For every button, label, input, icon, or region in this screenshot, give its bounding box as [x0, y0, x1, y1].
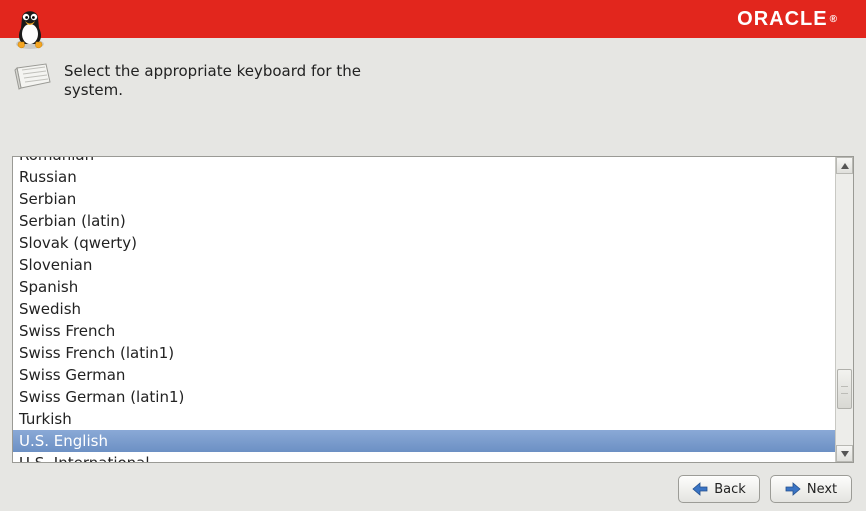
back-button-label: Back	[714, 482, 746, 497]
list-item[interactable]: Serbian	[13, 188, 835, 210]
list-item[interactable]: U.S. English	[13, 430, 835, 452]
brand-logo: ORACLE®	[737, 8, 838, 31]
list-item[interactable]: U.S. International	[13, 452, 835, 462]
list-item[interactable]: Spanish	[13, 276, 835, 298]
back-button[interactable]: Back	[678, 475, 760, 503]
list-item[interactable]: Slovak (qwerty)	[13, 232, 835, 254]
footer: Back Next	[0, 467, 866, 511]
header-bar: ORACLE®	[0, 0, 866, 38]
list-item[interactable]: Russian	[13, 166, 835, 188]
keyboard-list: RomanianRussianSerbianSerbian (latin)Slo…	[12, 156, 854, 463]
scroll-up-button[interactable]	[836, 157, 853, 174]
scrollbar-track[interactable]	[836, 174, 853, 445]
list-item[interactable]: Swedish	[13, 298, 835, 320]
list-item[interactable]: Swiss German	[13, 364, 835, 386]
list-item[interactable]: Swiss French	[13, 320, 835, 342]
arrow-right-icon	[785, 482, 801, 496]
scrollbar	[835, 157, 853, 462]
arrow-left-icon	[692, 482, 708, 496]
next-button[interactable]: Next	[770, 475, 852, 503]
scrollbar-thumb[interactable]	[837, 369, 852, 409]
list-item[interactable]: Swiss German (latin1)	[13, 386, 835, 408]
tux-icon	[10, 4, 50, 50]
brand-registered: ®	[830, 14, 838, 25]
next-button-label: Next	[807, 482, 837, 497]
content-area: Select the appropriate keyboard for the …	[0, 38, 866, 511]
scroll-down-button[interactable]	[836, 445, 853, 462]
list-item[interactable]: Romanian	[13, 157, 835, 166]
list-item[interactable]: Turkish	[13, 408, 835, 430]
list-item[interactable]: Serbian (latin)	[13, 210, 835, 232]
list-item[interactable]: Swiss French (latin1)	[13, 342, 835, 364]
list-viewport[interactable]: RomanianRussianSerbianSerbian (latin)Slo…	[13, 157, 835, 462]
list-item[interactable]: Slovenian	[13, 254, 835, 276]
brand-text: ORACLE	[737, 8, 827, 31]
instruction-row: Select the appropriate keyboard for the …	[0, 38, 866, 110]
instruction-text: Select the appropriate keyboard for the …	[64, 62, 374, 100]
keyboard-icon	[14, 62, 52, 92]
